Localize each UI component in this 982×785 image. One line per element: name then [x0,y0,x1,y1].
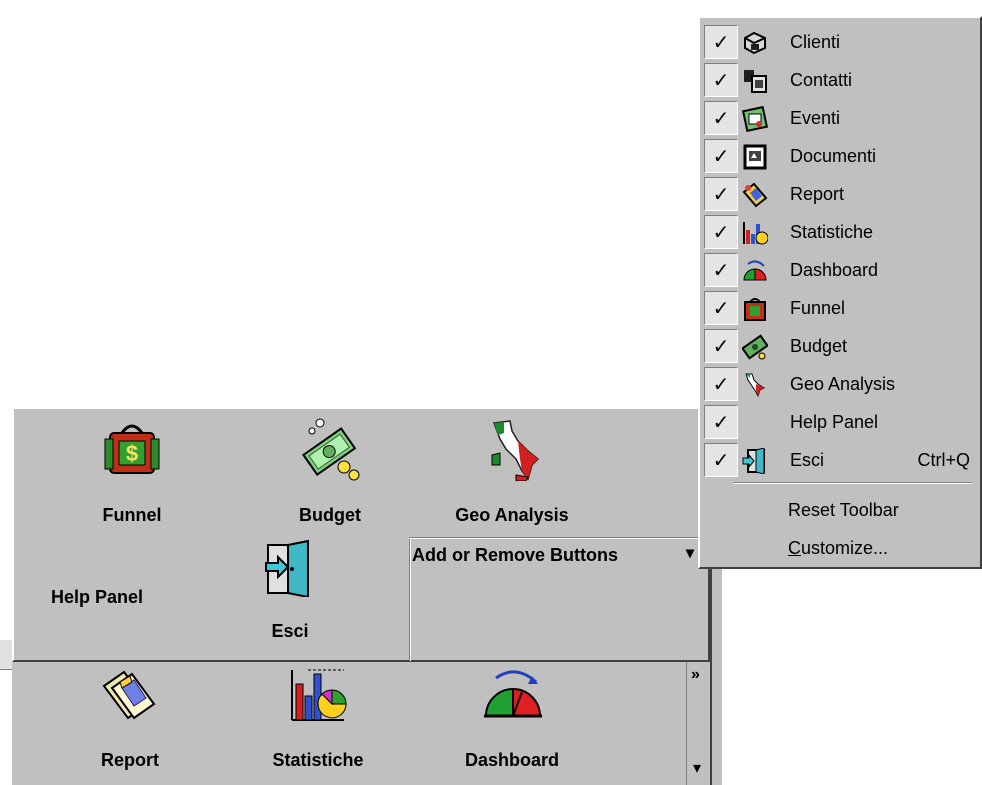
esci-button[interactable]: Esci [230,537,350,655]
add-remove-buttons-dropdown[interactable]: Add or Remove Buttons ▾ [412,545,712,571]
funnel-label: Funnel [102,505,162,525]
eventi-icon [742,106,768,132]
menu-item-clienti[interactable]: ✓ Clienti [704,24,976,62]
funnel-button[interactable]: $ Funnel [72,417,192,527]
menu-item-help-panel[interactable]: ✓ Help Panel [704,404,976,442]
clienti-icon [744,31,766,55]
customize-item[interactable]: Customize... [788,538,888,559]
menu-item-label: Help Panel [790,412,879,432]
add-remove-buttons-menu: ✓ Clienti ✓ Contatti ✓ Eventi ✓ Document… [698,16,982,569]
checkmark-icon: ✓ [704,253,738,287]
menu-item-statistiche[interactable]: ✓ Statistiche [704,214,976,252]
menu-item-label: Contatti [790,70,853,90]
menu-item-esci[interactable]: ✓ Esci Ctrl+Q [704,442,976,480]
menu-item-label: Geo Analysis [790,374,896,394]
toolbar-grip[interactable] [0,640,12,670]
esci-icon [742,448,765,474]
menu-item-label: Clienti [790,32,841,52]
checkmark-icon: ✓ [704,177,738,211]
statistiche-button[interactable]: Statistiche [248,666,388,778]
menu-item-contatti[interactable]: ✓ Contatti [704,62,976,100]
checkmark-icon: ✓ [704,101,738,135]
statistics-chart-icon [291,669,347,721]
checkmark-icon: ✓ [704,443,738,477]
checkmark-icon: ✓ [704,139,738,173]
report-documents-icon [102,670,156,720]
italy-map-icon [491,420,540,481]
dashboard-icon [743,260,767,281]
checkmark-icon: ✓ [704,291,738,325]
menu-item-label: Esci [790,450,825,470]
bottom-toolbar: Report Statistiche Dashboard [12,662,710,785]
menu-item-budget[interactable]: ✓ Budget [704,328,976,366]
report-button[interactable]: Report [70,666,190,778]
esci-label: Esci [271,621,309,641]
toolbar-overflow-column: » ▾ [686,662,710,785]
report-label: Report [101,750,159,770]
contatti-icon [744,70,767,93]
window-frame-edge [710,569,722,785]
menu-item-geo-analysis[interactable]: ✓ Geo Analysis [704,366,976,404]
statistiche-label: Statistiche [272,750,364,770]
budget-money-icon [302,418,360,481]
menu-item-funnel[interactable]: ✓ Funnel [704,290,976,328]
menu-item-label: Dashboard [790,260,879,280]
toolbar-overflow-panel: $ Funnel Budget Geo Analysis Help Panel … [12,407,710,662]
checkmark-icon: ✓ [704,25,738,59]
menu-item-label: Statistiche [790,222,874,242]
geo-analysis-icon [745,373,765,398]
checkmark-icon: ✓ [704,329,738,363]
panel-divider-vertical [409,539,411,661]
menu-item-label: Funnel [790,298,846,318]
menu-item-report[interactable]: ✓ Report [704,176,976,214]
budget-button[interactable]: Budget [270,417,390,527]
svg-text:$: $ [126,441,138,466]
checkmark-icon: ✓ [704,215,738,249]
checkmark-icon: ✓ [704,63,738,97]
documenti-icon [743,144,767,170]
menu-item-shortcut: Ctrl+Q [917,450,970,470]
checkmark-icon: ✓ [704,405,738,439]
menu-item-label: Eventi [790,108,841,128]
geo-analysis-label: Geo Analysis [455,505,569,525]
statistiche-icon [743,222,768,245]
menu-item-label: Budget [790,336,848,356]
toolbar-options-arrow-icon[interactable]: ▾ [693,758,701,778]
customize-mnemonic: C [788,538,801,558]
dropdown-arrow-icon: ▾ [686,545,695,562]
reset-toolbar-item[interactable]: Reset Toolbar [788,500,899,521]
help-panel-label: Help Panel [50,587,144,607]
exit-door-icon [265,539,309,597]
menu-item-dashboard[interactable]: ✓ Dashboard [704,252,976,290]
menu-item-documenti[interactable]: ✓ Documenti [704,138,976,176]
menu-separator [734,482,972,484]
dashboard-gauge-icon [484,670,542,718]
add-remove-buttons-label: Add or Remove Buttons [412,545,619,565]
checkmark-icon: ✓ [704,367,738,401]
menu-item-eventi[interactable]: ✓ Eventi [704,100,976,138]
report-icon [742,182,768,208]
dashboard-button[interactable]: Dashboard [442,666,582,778]
funnel-icon [744,298,766,321]
budget-label: Budget [299,505,361,525]
customize-label: ustomize... [801,538,889,558]
budget-icon [742,334,768,360]
funnel-moneybag-icon: $ [104,424,160,474]
menu-item-label: Report [790,184,845,204]
dashboard-label: Dashboard [464,750,560,770]
panel-divider-horizontal [409,537,709,539]
help-panel-button[interactable]: Help Panel [32,569,162,629]
geo-analysis-button[interactable]: Geo Analysis [432,417,592,527]
more-buttons-chevron[interactable]: » [691,666,700,684]
menu-item-label: Documenti [790,146,877,166]
